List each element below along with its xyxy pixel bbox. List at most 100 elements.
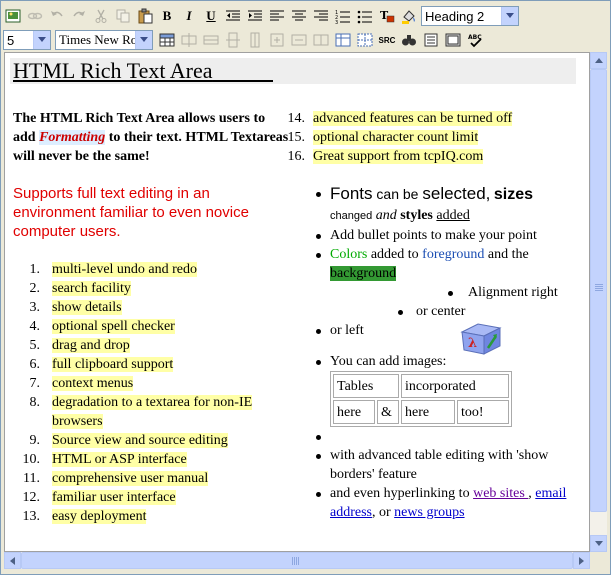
redo-icon[interactable] <box>69 6 89 26</box>
list-number: 4. <box>29 319 41 334</box>
scroll-right-button[interactable] <box>573 552 590 569</box>
bold-icon[interactable]: B <box>157 6 177 26</box>
insert-column-icon[interactable] <box>223 30 243 50</box>
list-number: 1. <box>29 262 41 277</box>
details-icon[interactable] <box>421 30 441 50</box>
list-number: 16. <box>287 149 306 164</box>
scrollbar-corner <box>590 552 607 569</box>
list-item: Alignment right <box>310 283 570 302</box>
table-cell: here <box>401 400 455 424</box>
list-item: 15. optional character count limit <box>288 128 573 147</box>
list-item: 12. familiar user interface <box>23 488 282 507</box>
list-item: or center <box>310 302 570 321</box>
list-number: 7. <box>29 376 41 391</box>
news-groups-link[interactable]: news groups <box>394 505 464 520</box>
table-row: here & here too! <box>333 400 509 424</box>
list-item-text: degradation to a textarea for non-IE bro… <box>52 395 253 429</box>
list-item-text: drag and drop <box>52 338 130 353</box>
list-number: 9. <box>29 433 41 448</box>
split-cell-icon[interactable] <box>311 30 331 50</box>
delete-column-icon[interactable] <box>245 30 265 50</box>
underline-icon[interactable]: U <box>201 6 221 26</box>
list-item: or left <box>310 321 570 340</box>
align-center-icon[interactable] <box>289 6 309 26</box>
web-sites-link[interactable]: web sites <box>473 486 528 501</box>
scroll-down-button[interactable] <box>590 535 607 552</box>
numbered-list-icon[interactable]: 123 <box>333 6 353 26</box>
svg-text:λ: λ <box>468 336 477 351</box>
feature-list-left: 1. multi-level undo and redo 2. search faci… <box>23 260 282 526</box>
text-color-icon[interactable]: T <box>377 6 397 26</box>
formatting-word: Formatting <box>39 130 106 145</box>
list-item: 7. context menus <box>30 374 282 393</box>
editor-area[interactable]: HTML Rich Text Area The HTML Rich Text A… <box>4 52 590 552</box>
sample-table: Tables incorporated here & here too! <box>330 371 512 427</box>
italic-icon[interactable]: I <box>179 6 199 26</box>
list-number: 10. <box>22 452 41 467</box>
align-left-icon[interactable] <box>267 6 287 26</box>
toolbar-row-2: 5 Times New Roman <box>3 28 487 52</box>
find-icon[interactable] <box>399 30 419 50</box>
list-number: 13. <box>22 509 41 524</box>
source-view-icon[interactable]: SRC <box>377 30 397 50</box>
show-borders-icon[interactable] <box>355 30 375 50</box>
bullet-list-icon[interactable] <box>355 6 375 26</box>
list-item: 16. Great support from tcpIQ.com <box>288 147 573 166</box>
insert-table-icon[interactable] <box>157 30 177 50</box>
character-count-icon[interactable] <box>443 30 463 50</box>
list-item-text: comprehensive user manual <box>52 471 209 486</box>
list-item-text: context menus <box>52 376 134 391</box>
list-number: 6. <box>29 357 41 372</box>
indent-icon[interactable] <box>245 6 265 26</box>
horizontal-scroll-thumb[interactable] <box>21 552 573 569</box>
table-properties-icon[interactable] <box>333 30 353 50</box>
chevron-down-icon <box>135 31 152 49</box>
undo-icon[interactable] <box>47 6 67 26</box>
list-item: 8. degradation to a textarea for non-IE b… <box>30 393 282 431</box>
list-item: Colors added to foreground and the backg… <box>310 245 570 283</box>
chevron-left-icon <box>9 556 15 565</box>
table-row: Tables incorporated <box>333 374 509 398</box>
list-number: 2. <box>29 281 41 296</box>
document-title: HTML Rich Text Area <box>13 58 213 83</box>
copy-icon[interactable] <box>113 6 133 26</box>
list-item-text: familiar user interface <box>52 490 176 505</box>
chevron-down-icon <box>594 540 603 546</box>
feature-bullet-list: Fonts can be selected, sizes changed and … <box>310 184 570 522</box>
heading-select[interactable]: Heading 2 <box>421 6 519 26</box>
chevron-right-icon <box>578 556 584 565</box>
insert-image-icon[interactable] <box>3 6 23 26</box>
list-item-text: Great support from tcpIQ.com <box>313 149 484 164</box>
insert-row-icon[interactable] <box>179 30 199 50</box>
list-item: 3. show details <box>30 298 282 317</box>
horizontal-scrollbar[interactable] <box>4 552 590 569</box>
table-cell: incorporated <box>401 374 509 398</box>
list-number: 14. <box>287 111 306 126</box>
list-item-text: advanced features can be turned off <box>313 111 513 126</box>
feature-list-right: 14. advanced features can be turned off 15… <box>288 109 573 166</box>
scroll-up-button[interactable] <box>590 52 607 69</box>
support-paragraph: Supports full text editing in an environ… <box>13 185 249 240</box>
link-icon[interactable] <box>25 6 45 26</box>
vertical-scrollbar[interactable] <box>590 52 607 552</box>
outdent-icon[interactable] <box>223 6 243 26</box>
list-item: Add bullet points to make your point <box>310 226 570 245</box>
font-size-select[interactable]: 5 <box>3 30 51 50</box>
merge-cells-icon[interactable] <box>289 30 309 50</box>
highlight-color-icon[interactable] <box>399 6 419 26</box>
list-item-text: HTML or ASP interface <box>52 452 187 467</box>
scroll-left-button[interactable] <box>4 552 21 569</box>
cut-icon[interactable] <box>91 6 111 26</box>
spell-check-icon[interactable]: ABC <box>465 30 485 50</box>
list-number: 8. <box>29 395 41 410</box>
vertical-scroll-thumb[interactable] <box>590 69 607 512</box>
font-family-select[interactable]: Times New Roman <box>55 30 153 50</box>
align-right-icon[interactable] <box>311 6 331 26</box>
insert-cell-icon[interactable] <box>267 30 287 50</box>
list-item: 11. comprehensive user manual <box>23 469 282 488</box>
delete-row-icon[interactable] <box>201 30 221 50</box>
chevron-up-icon <box>594 57 603 63</box>
intro-paragraph: The HTML Rich Text Area allows users to … <box>13 111 289 164</box>
list-item-text: full clipboard support <box>52 357 174 372</box>
paste-icon[interactable] <box>135 6 155 26</box>
